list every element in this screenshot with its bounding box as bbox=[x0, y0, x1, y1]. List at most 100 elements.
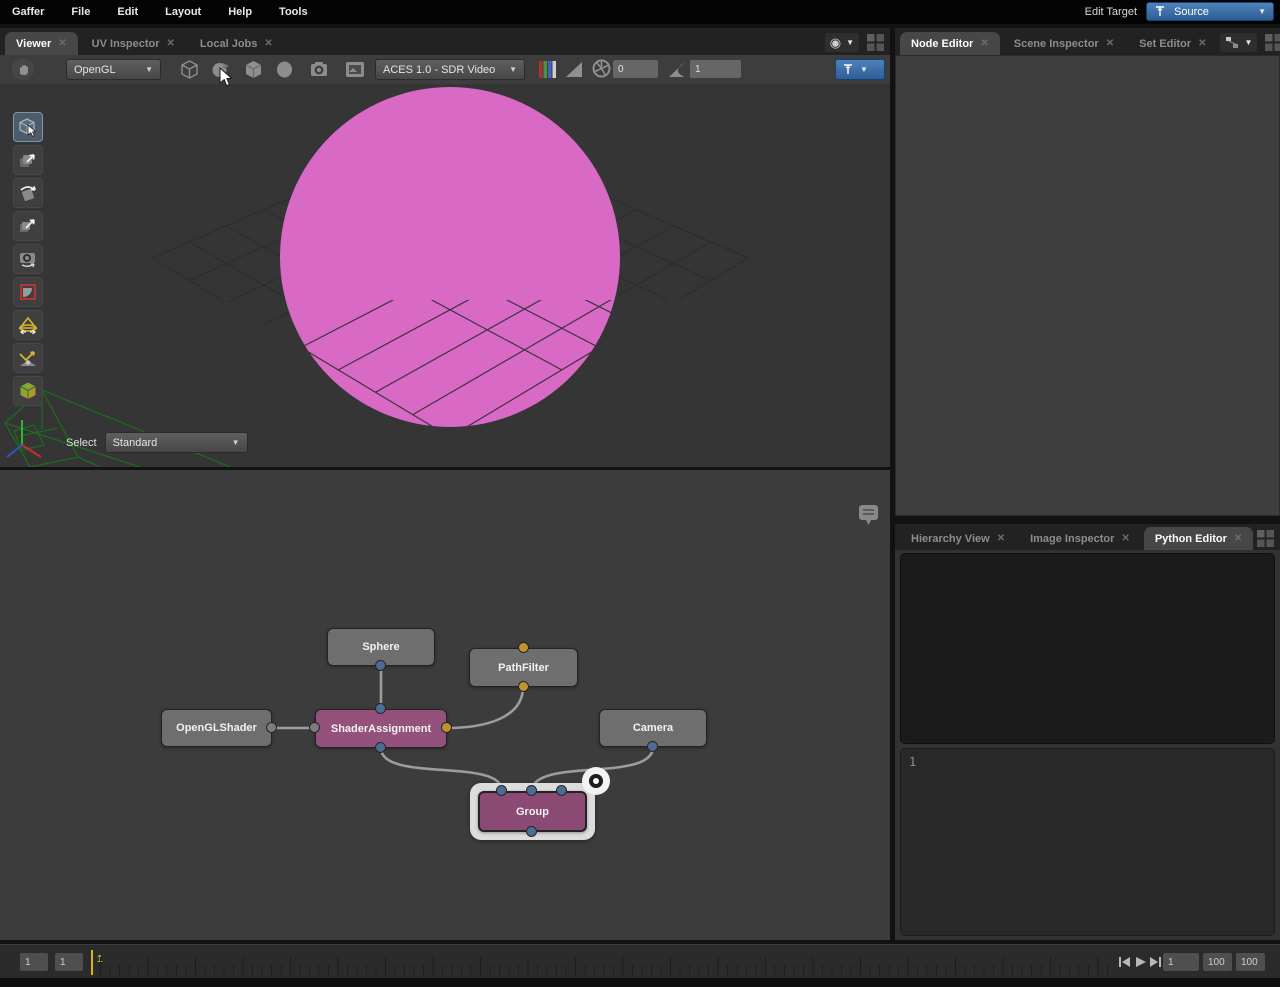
group-in0-plug[interactable] bbox=[496, 785, 507, 796]
menu-help[interactable]: Help bbox=[228, 6, 252, 18]
drawing-mode-points-icon[interactable] bbox=[274, 59, 295, 80]
viewer-focus-menu-button[interactable]: ◉ ▼ bbox=[825, 33, 859, 52]
openglshader-out-plug[interactable] bbox=[266, 722, 277, 733]
chevron-down-icon: ▼ bbox=[846, 38, 854, 47]
renderer-dropdown[interactable]: OpenGL ▼ bbox=[66, 59, 161, 80]
close-icon[interactable]: ✕ bbox=[980, 38, 988, 49]
tab-image-inspector[interactable]: Image Inspector ✕ bbox=[1019, 527, 1141, 550]
close-icon[interactable]: ✕ bbox=[997, 533, 1005, 544]
shaderassignment-shader-plug[interactable] bbox=[309, 722, 320, 733]
crop-window-tool-button[interactable] bbox=[13, 277, 43, 307]
layout-menu-icon[interactable] bbox=[1257, 530, 1274, 547]
pan-hand-icon[interactable] bbox=[12, 58, 34, 80]
tab-set-editor[interactable]: Set Editor ✕ bbox=[1128, 32, 1217, 55]
pathfilter-in-plug[interactable] bbox=[518, 642, 529, 653]
camera-tool-button[interactable] bbox=[13, 244, 43, 274]
drawing-mode-wireframe-icon[interactable] bbox=[179, 59, 200, 80]
pathfilter-out-plug[interactable] bbox=[518, 681, 529, 692]
camera-out-plug[interactable] bbox=[647, 741, 658, 752]
focus-ring-icon[interactable] bbox=[582, 767, 610, 795]
scene-view-icon[interactable] bbox=[344, 59, 366, 80]
select-tool-icon bbox=[17, 116, 39, 138]
chevron-down-icon: ▼ bbox=[1244, 38, 1252, 47]
tab-uv-inspector[interactable]: UV Inspector ✕ bbox=[81, 32, 186, 55]
menu-edit[interactable]: Edit bbox=[117, 6, 138, 18]
timeline-end-field[interactable]: 100 bbox=[1203, 953, 1232, 971]
edit-target-label: Edit Target bbox=[1085, 6, 1137, 18]
tab-python-editor[interactable]: Python Editor ✕ bbox=[1144, 527, 1254, 550]
node-editor-tab-bar: Node Editor ✕ Scene Inspector ✕ Set Edit… bbox=[895, 28, 1280, 55]
graph-editor-canvas[interactable]: Sphere PathFilter OpenGLShader ShaderAss… bbox=[0, 496, 890, 940]
group-in2-plug[interactable] bbox=[556, 785, 567, 796]
light-position-tool-button[interactable] bbox=[13, 343, 43, 373]
select-tool-button[interactable] bbox=[13, 112, 43, 142]
group-out-plug[interactable] bbox=[526, 826, 537, 837]
display-transform-dropdown[interactable]: ACES 1.0 - SDR Video ▼ bbox=[375, 59, 525, 80]
chevron-down-icon: ▼ bbox=[232, 438, 240, 447]
tab-scene-inspector[interactable]: Scene Inspector ✕ bbox=[1003, 32, 1125, 55]
sphere-out-plug[interactable] bbox=[375, 660, 386, 671]
camera-settings-icon[interactable] bbox=[308, 59, 330, 80]
node-openglshader[interactable]: OpenGLShader bbox=[161, 709, 272, 747]
node-editor-mode-button[interactable]: ▼ bbox=[1220, 33, 1257, 52]
close-icon[interactable]: ✕ bbox=[167, 38, 175, 49]
layout-menu-icon[interactable] bbox=[867, 34, 884, 51]
menu-layout[interactable]: Layout bbox=[165, 6, 201, 18]
aperture-icon[interactable] bbox=[592, 59, 611, 78]
viewer-pin-button[interactable]: ▼ bbox=[835, 59, 885, 80]
shaderassignment-filter-plug[interactable] bbox=[441, 722, 452, 733]
python-editor-panel: 1 bbox=[895, 550, 1280, 940]
shaderassignment-in-plug[interactable] bbox=[375, 703, 386, 714]
light-position-tool-icon bbox=[16, 346, 40, 370]
python-input-area[interactable]: 1 bbox=[900, 748, 1275, 936]
gamma-field[interactable]: 1 bbox=[690, 60, 741, 78]
gamma-triangle-icon[interactable] bbox=[668, 61, 687, 78]
group-in1-plug[interactable] bbox=[526, 785, 537, 796]
viewer-viewport[interactable]: Select Standard ▼ bbox=[0, 84, 890, 467]
python-output-area[interactable] bbox=[900, 553, 1275, 744]
exposure-triangle-icon[interactable] bbox=[565, 61, 584, 78]
go-to-start-icon[interactable] bbox=[1118, 955, 1132, 969]
timeline-frame-field[interactable]: 1 bbox=[1163, 953, 1199, 971]
scale-tool-button[interactable] bbox=[13, 211, 43, 241]
menu-tools[interactable]: Tools bbox=[279, 6, 308, 18]
edit-target-dropdown[interactable]: Source ▼ bbox=[1146, 2, 1274, 21]
window-bottom-edge bbox=[0, 978, 1280, 987]
visualiser-tool-button[interactable] bbox=[13, 376, 43, 406]
channels-rgb-icon[interactable] bbox=[538, 60, 557, 79]
translate-tool-icon bbox=[17, 149, 39, 171]
tab-local-jobs[interactable]: Local Jobs ✕ bbox=[189, 32, 284, 55]
close-icon[interactable]: ✕ bbox=[58, 38, 66, 49]
play-icon[interactable] bbox=[1134, 955, 1148, 969]
light-tool-icon bbox=[16, 313, 40, 337]
shaderassignment-out-plug[interactable] bbox=[375, 742, 386, 753]
target-icon: ◉ bbox=[830, 36, 841, 49]
menu-file[interactable]: File bbox=[71, 6, 90, 18]
menu-gaffer[interactable]: Gaffer bbox=[12, 6, 44, 18]
close-icon[interactable]: ✕ bbox=[1234, 533, 1242, 544]
layout-menu-icon[interactable] bbox=[1265, 34, 1280, 51]
close-icon[interactable]: ✕ bbox=[1198, 38, 1206, 49]
python-editor-tab-bar: Hierarchy View ✕ Image Inspector ✕ Pytho… bbox=[895, 524, 1280, 550]
close-icon[interactable]: ✕ bbox=[1121, 533, 1129, 544]
exposure-field[interactable]: 0 bbox=[613, 60, 658, 78]
go-to-end-icon[interactable] bbox=[1148, 955, 1162, 969]
light-tool-button[interactable] bbox=[13, 310, 43, 340]
timeline-playhead[interactable] bbox=[91, 950, 93, 975]
tab-hierarchy-view[interactable]: Hierarchy View ✕ bbox=[900, 527, 1016, 550]
rotate-tool-button[interactable] bbox=[13, 178, 43, 208]
translate-tool-button[interactable] bbox=[13, 145, 43, 175]
timeline-current-field[interactable]: 1 bbox=[55, 953, 83, 971]
chevron-down-icon: ▼ bbox=[509, 65, 517, 74]
crop-window-tool-icon bbox=[17, 281, 39, 303]
timeline-stop-field[interactable]: 100 bbox=[1236, 953, 1265, 971]
close-icon[interactable]: ✕ bbox=[264, 38, 272, 49]
gaffer-app: { "icons": { "close": "✕", "dropdown": "… bbox=[0, 0, 1280, 987]
drawing-mode-solid-cube-icon[interactable] bbox=[243, 59, 264, 80]
select-mode-dropdown[interactable]: Standard ▼ bbox=[105, 432, 248, 453]
select-label: Select bbox=[66, 437, 97, 449]
tab-viewer[interactable]: Viewer ✕ bbox=[5, 32, 78, 55]
timeline-start-field[interactable]: 1 bbox=[20, 953, 48, 971]
tab-node-editor[interactable]: Node Editor ✕ bbox=[900, 32, 1000, 55]
close-icon[interactable]: ✕ bbox=[1106, 38, 1114, 49]
